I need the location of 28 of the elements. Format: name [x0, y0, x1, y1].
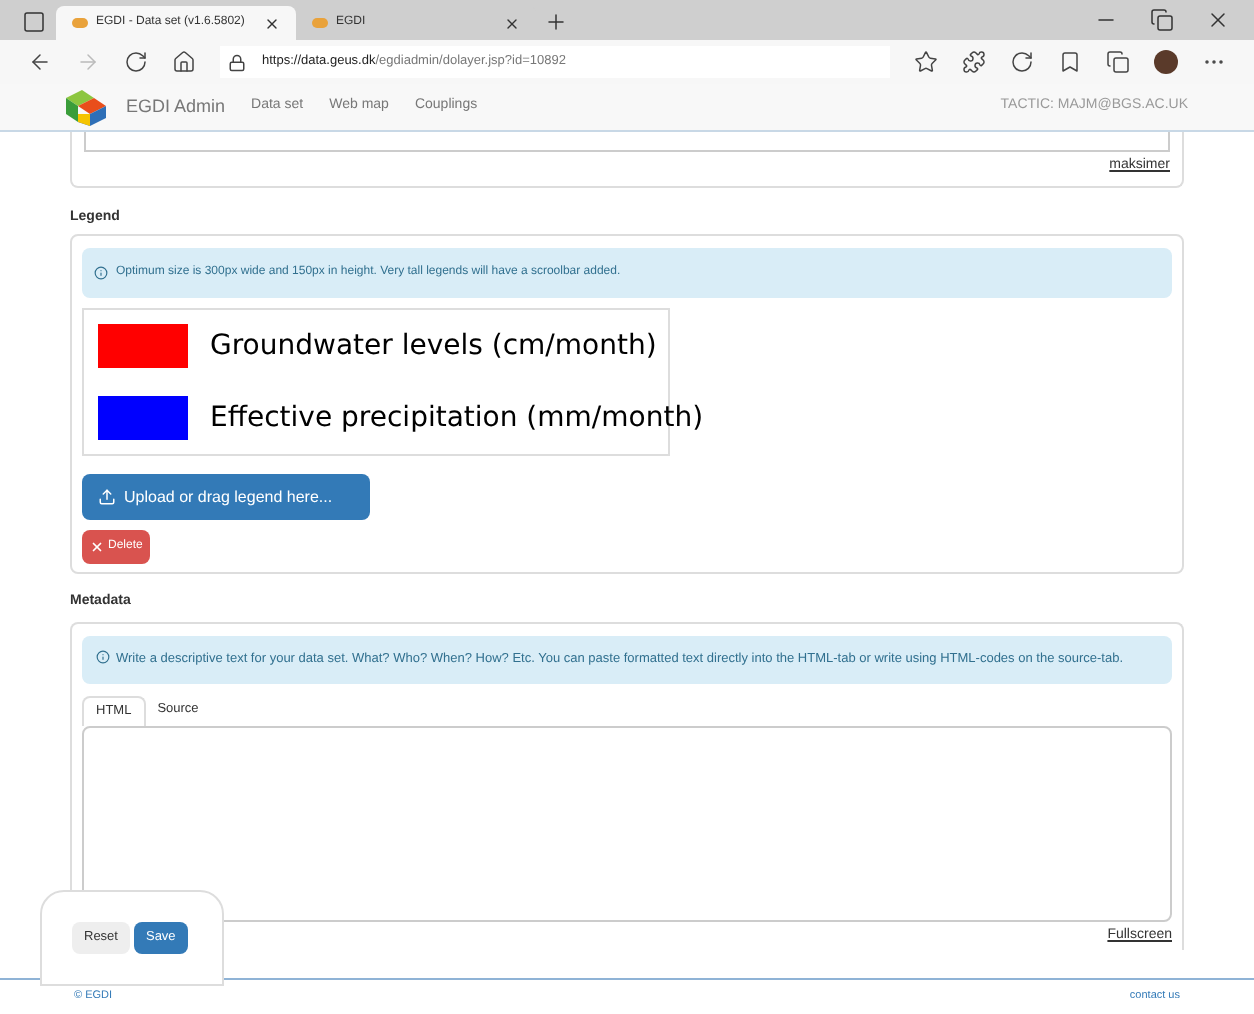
favorites-icon[interactable]	[1058, 50, 1082, 74]
legend-label: Effective precipitation (mm/month)	[210, 399, 704, 437]
refresh-icon[interactable]	[1010, 50, 1034, 74]
info-icon	[96, 649, 110, 663]
info-icon	[94, 266, 108, 280]
lock-icon	[228, 53, 246, 71]
upload-icon	[98, 488, 116, 506]
delete-icon	[90, 540, 104, 554]
restore-icon[interactable]	[1150, 8, 1174, 32]
close-icon[interactable]	[264, 15, 280, 31]
extension-icon[interactable]	[962, 50, 986, 74]
close-icon[interactable]	[1206, 8, 1230, 32]
favorite-icon[interactable]	[914, 50, 938, 74]
tab-actions-icon[interactable]	[22, 10, 46, 34]
description-field[interactable]	[84, 132, 1170, 152]
new-tab-icon[interactable]	[544, 10, 568, 34]
close-icon[interactable]	[504, 15, 520, 31]
logo-icon	[66, 89, 110, 125]
legend-label: Groundwater levels (cm/month)	[210, 327, 657, 365]
avatar-icon[interactable]	[1154, 50, 1178, 74]
back-icon[interactable]	[28, 50, 52, 74]
home-icon[interactable]	[172, 50, 196, 74]
favicon-icon	[312, 18, 328, 28]
upload-button[interactable]: Upload or drag legend here...	[82, 474, 370, 520]
favicon-icon	[72, 18, 88, 28]
refresh-icon[interactable]	[124, 50, 148, 74]
collections-icon[interactable]	[1106, 50, 1130, 74]
brand-link[interactable]: EGDI Admin	[126, 93, 226, 121]
